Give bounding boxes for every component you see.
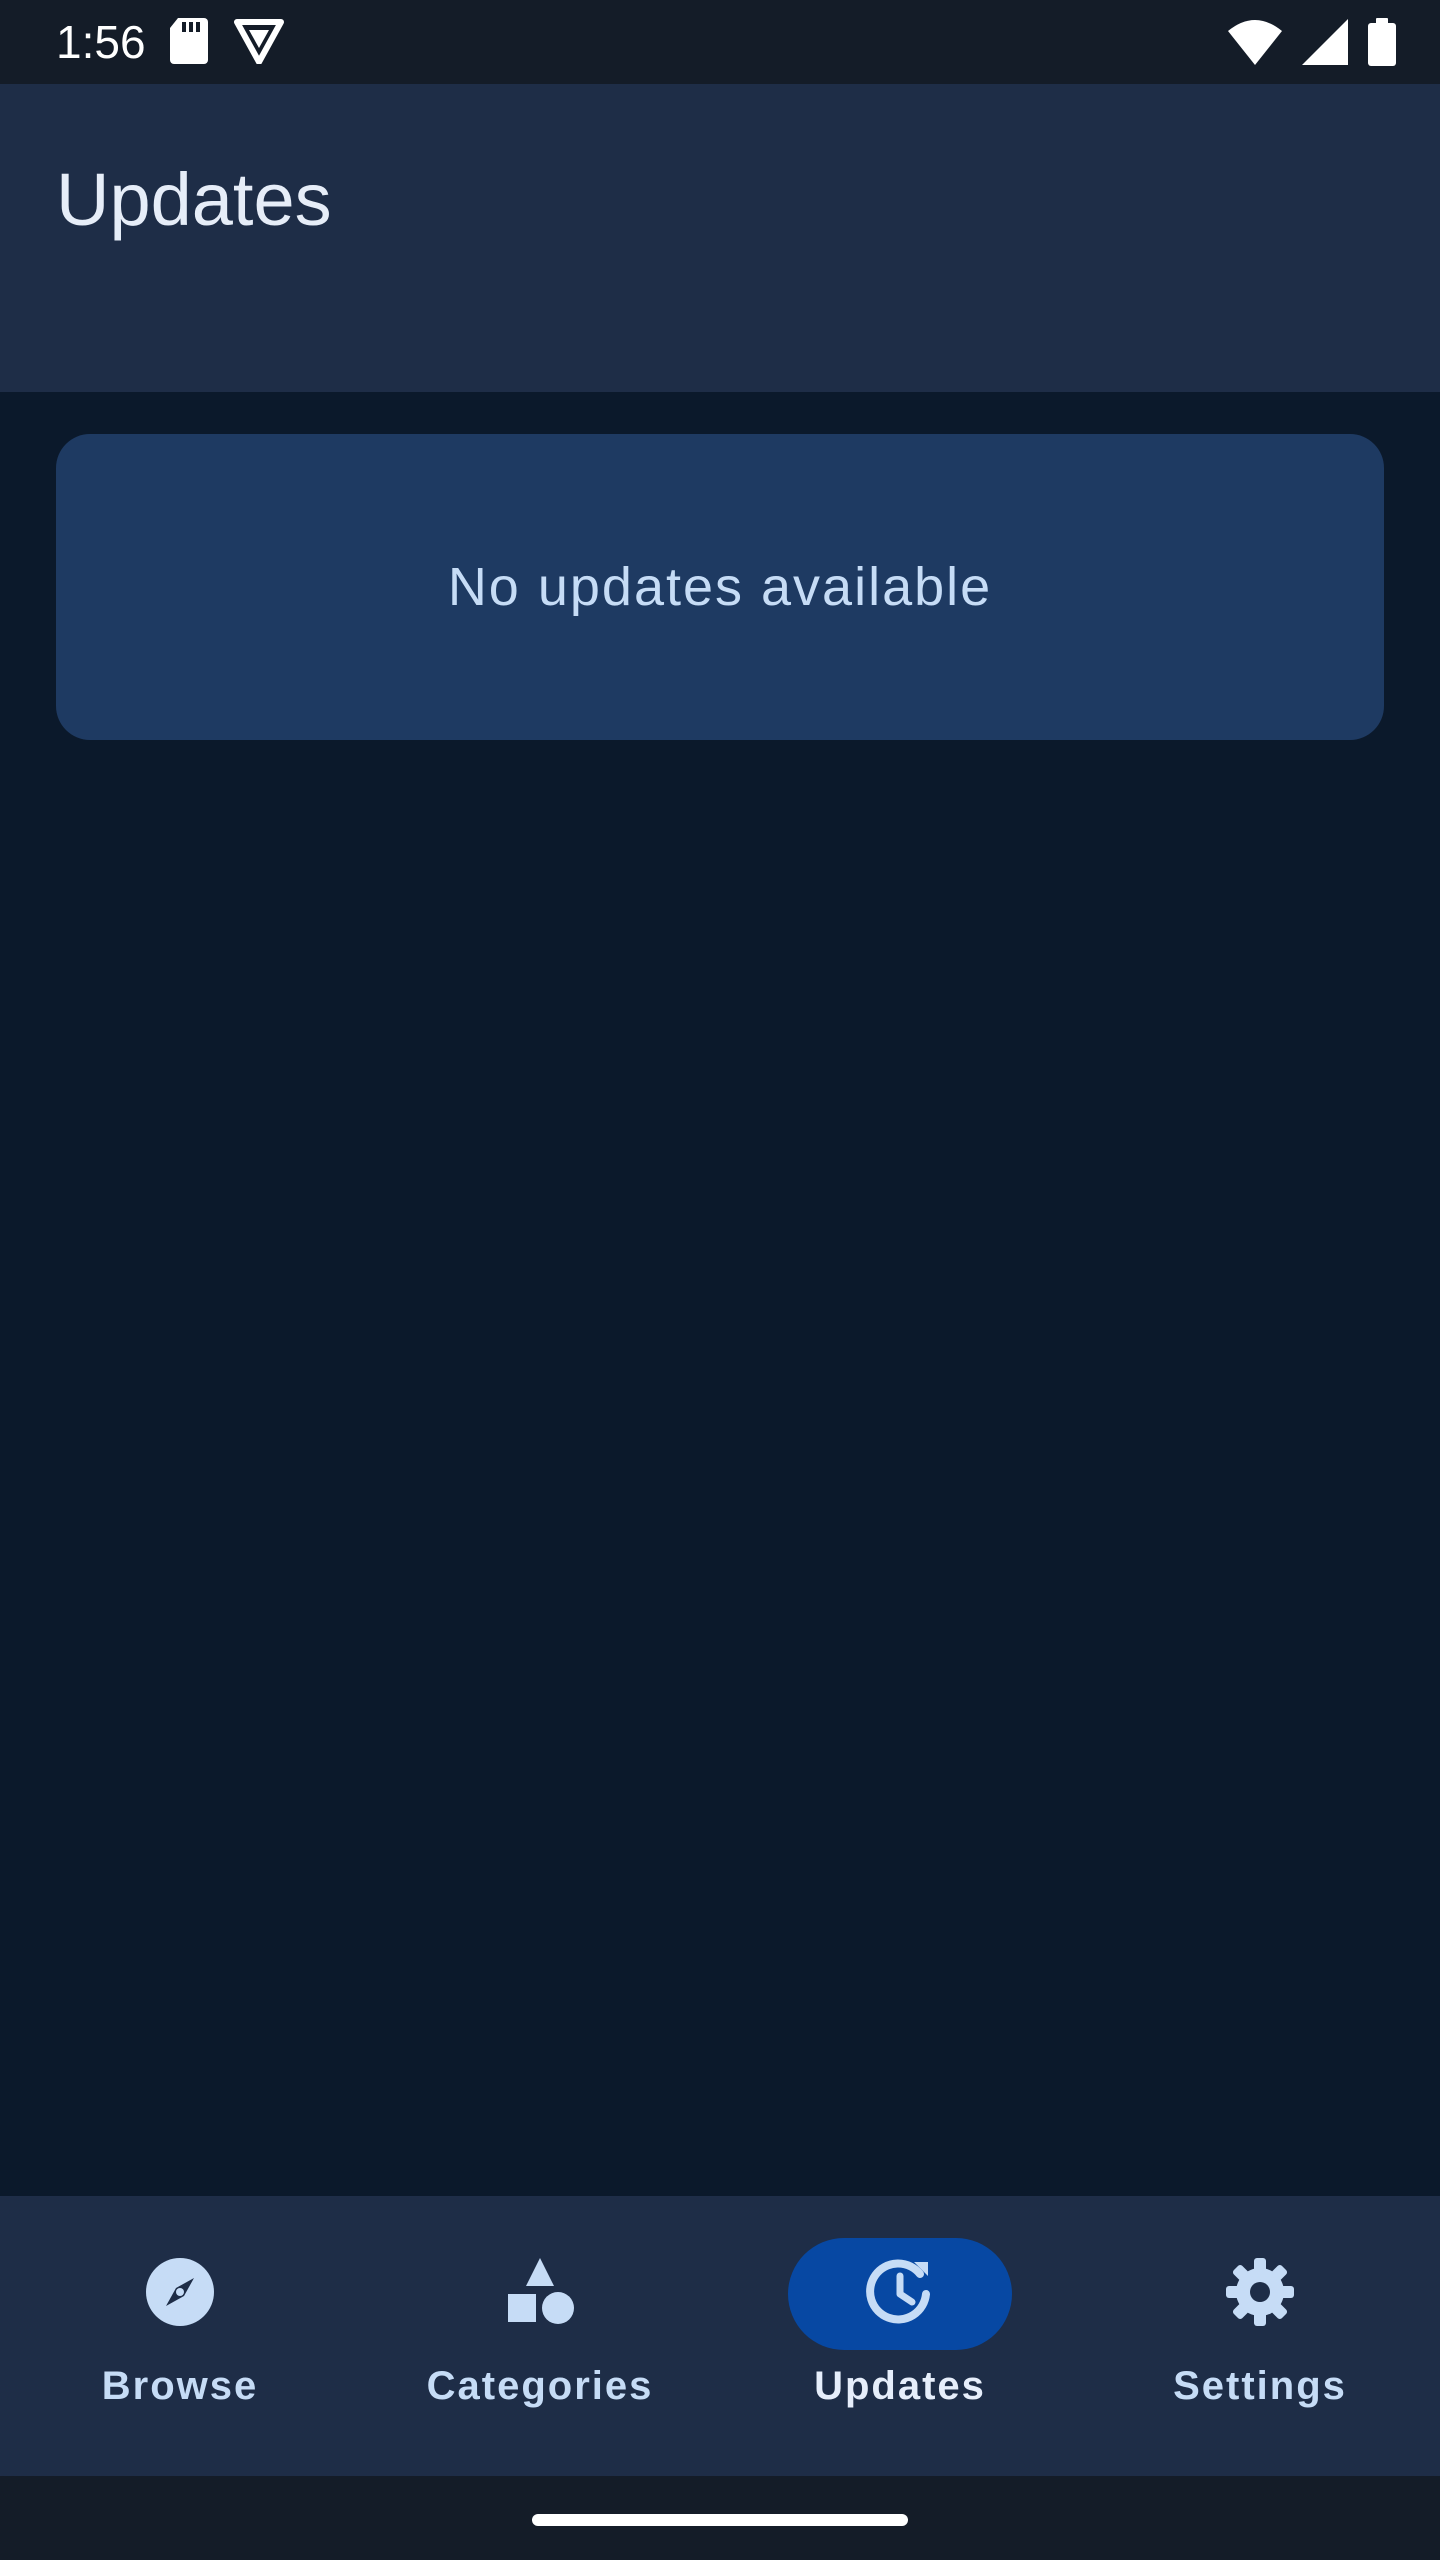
empty-state-message: No updates available: [447, 557, 993, 617]
bottom-navigation: Browse Categories Updates Settings: [0, 2196, 1440, 2476]
status-right-icons: [1228, 18, 1396, 71]
update-clock-icon: [864, 2256, 936, 2333]
status-bar: 1:56: [0, 0, 1440, 84]
gesture-nav-area: [0, 2476, 1440, 2560]
nav-pill-settings: [1148, 2238, 1372, 2350]
nav-pill-browse: [68, 2238, 292, 2350]
nav-item-updates[interactable]: Updates: [720, 2196, 1080, 2476]
page-title: Updates: [56, 158, 332, 241]
nav-label-settings: Settings: [1173, 2364, 1347, 2408]
nav-label-updates: Updates: [814, 2364, 986, 2408]
sd-card-icon: [170, 18, 208, 69]
battery-icon: [1368, 18, 1396, 71]
nav-label-browse: Browse: [101, 2364, 259, 2408]
nav-item-settings[interactable]: Settings: [1080, 2196, 1440, 2476]
empty-state-card: No updates available: [56, 434, 1384, 740]
nav-label-categories: Categories: [426, 2364, 654, 2408]
nav-pill-categories: [428, 2238, 652, 2350]
gear-icon: [1224, 2256, 1296, 2333]
wifi-icon: [1228, 19, 1282, 70]
nav-item-categories[interactable]: Categories: [360, 2196, 720, 2476]
nav-item-browse[interactable]: Browse: [0, 2196, 360, 2476]
shield-icon: [234, 18, 284, 69]
cellular-signal-icon: [1302, 19, 1348, 70]
compass-icon: [144, 2256, 216, 2333]
shapes-icon: [504, 2256, 576, 2333]
home-gesture-handle[interactable]: [532, 2514, 908, 2526]
nav-pill-updates: [788, 2238, 1012, 2350]
status-left-icons: [170, 18, 284, 69]
status-time: 1:56: [56, 16, 146, 68]
